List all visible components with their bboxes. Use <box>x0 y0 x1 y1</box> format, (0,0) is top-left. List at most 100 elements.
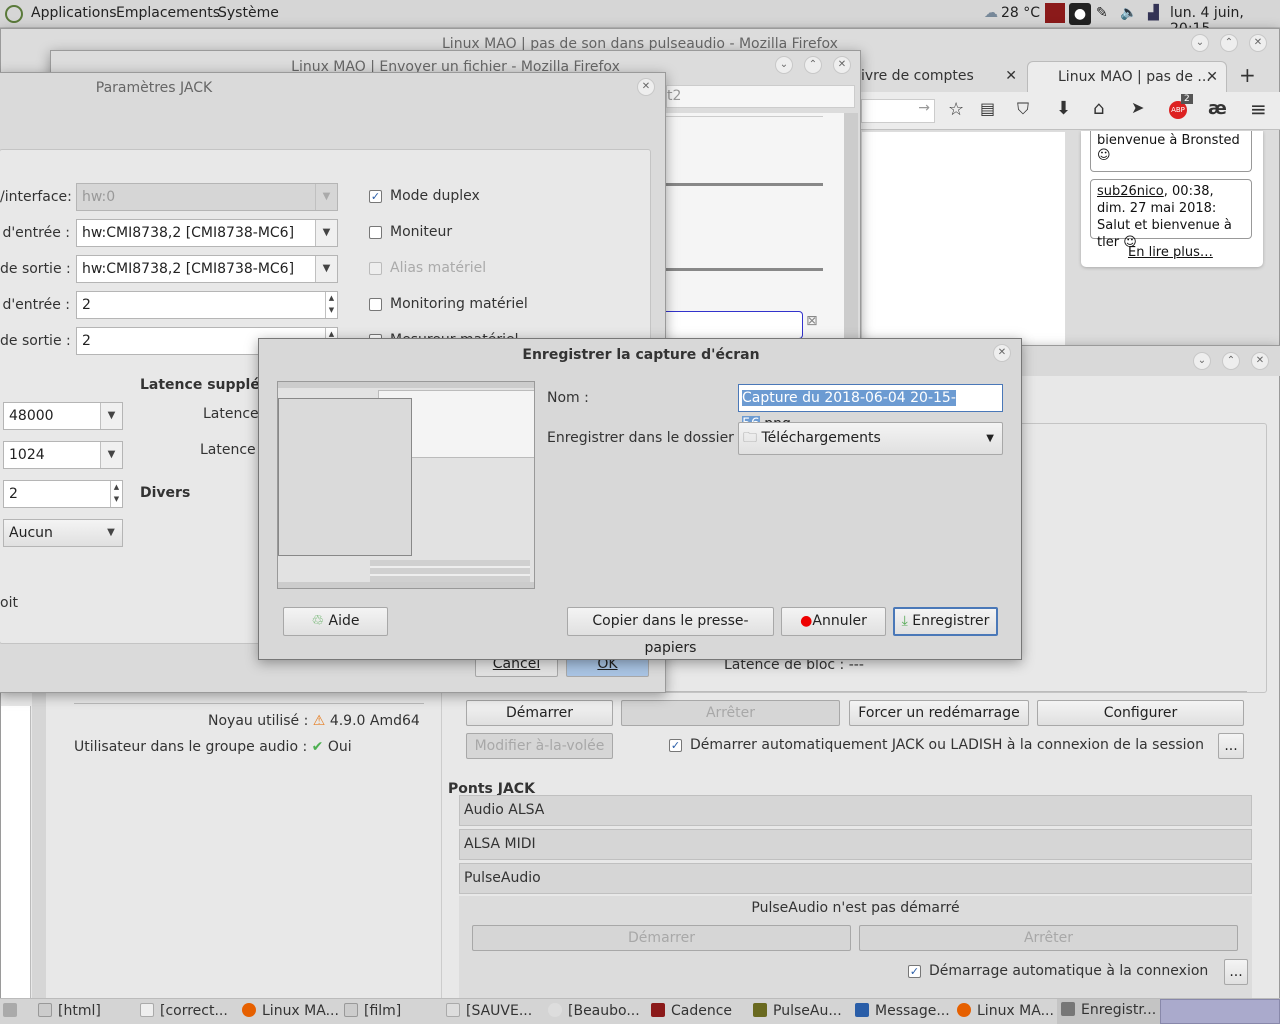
maximize-button[interactable]: ⌃ <box>1222 352 1240 370</box>
url-field[interactable]: t2 <box>666 85 855 108</box>
hw-monitoring-checkbox[interactable] <box>369 298 382 311</box>
pulse-start-button[interactable]: Démarrer <box>472 925 851 951</box>
cancel-button[interactable]: ●Annuler <box>781 607 886 636</box>
modify-live-button[interactable]: Modifier à-la-volée <box>466 733 613 759</box>
show-desktop-button[interactable] <box>3 1003 23 1019</box>
taskbar-item[interactable]: Linux MA... <box>242 1003 339 1019</box>
comment-user-link[interactable]: sub26nico <box>1097 184 1164 199</box>
weather-icon[interactable]: ☁ <box>984 5 998 21</box>
volume-icon[interactable]: 🔈 <box>1120 5 1137 21</box>
divider <box>666 183 823 186</box>
scrollbar[interactable] <box>844 113 858 347</box>
check-icon: ✔ <box>311 739 324 755</box>
chevron-down-icon: ▼ <box>100 442 122 468</box>
spin-arrows-icon[interactable]: ▲▼ <box>110 481 122 507</box>
distro-logo-icon[interactable] <box>5 5 23 23</box>
bridge-pulseaudio[interactable]: PulseAudio <box>459 863 1252 894</box>
autostart-checkbox[interactable]: ✓ <box>669 739 682 752</box>
pocket-icon[interactable]: ⛉ <box>1017 99 1029 119</box>
text-editor-icon <box>140 1003 154 1017</box>
taskbar-item[interactable]: PulseAu... <box>753 1003 842 1019</box>
close-button[interactable]: ✕ <box>833 56 851 74</box>
force-restart-button[interactable]: Forcer un redémarrage <box>849 700 1029 726</box>
ae-icon[interactable]: æ <box>1208 98 1227 119</box>
url-bar[interactable]: → <box>861 99 935 123</box>
close-button[interactable]: ✕ <box>1251 352 1269 370</box>
taskbar-item[interactable]: [Beaubo... <box>548 1003 640 1019</box>
pulse-autostart-label: Démarrage automatique à la connexion <box>929 963 1209 979</box>
configure-button[interactable]: Configurer <box>1037 700 1244 726</box>
chevron-down-icon: ▼ <box>315 184 337 210</box>
clear-icon[interactable]: ⊠ <box>806 313 818 329</box>
stop-button[interactable]: Arrêter <box>621 700 840 726</box>
pulse-stop-button[interactable]: Arrêter <box>859 925 1238 951</box>
folder-select[interactable]: 🗀 Téléchargements ▼ <box>738 422 1003 455</box>
taskbar-item[interactable]: Cadence <box>651 1003 732 1019</box>
side-divider <box>32 686 46 1001</box>
interface-select[interactable]: hw:0 ▼ <box>76 183 338 211</box>
reader-list-icon[interactable]: ▤ <box>980 99 995 118</box>
dither-select[interactable]: Aucun ▼ <box>3 519 123 547</box>
maximize-button[interactable]: ⌃ <box>1220 34 1238 52</box>
periods-spinbox[interactable]: 2 ▲ ▼ <box>3 480 123 508</box>
menu-places[interactable]: Emplacements <box>116 5 220 21</box>
copy-clipboard-button[interactable]: Copier dans le presse-papiers <box>567 607 774 656</box>
minimize-button[interactable]: ⌄ <box>775 56 793 74</box>
taskbar-item[interactable]: [film] <box>344 1003 401 1019</box>
close-button[interactable]: ✕ <box>993 344 1011 362</box>
bridge-alsa-midi[interactable]: ALSA MIDI <box>459 829 1252 860</box>
minimize-button[interactable]: ⌄ <box>1193 352 1211 370</box>
input-device-select[interactable]: hw:CMI8738,2 [CMI8738-MC6] ▼ <box>76 219 338 247</box>
new-tab-button[interactable]: + <box>1239 63 1256 87</box>
filename-input[interactable]: Capture du 2018-06-04 20-15-56.png <box>738 384 1003 432</box>
pen-tray-icon[interactable]: ✎ <box>1096 5 1108 21</box>
autostart-options-button[interactable]: ... <box>1218 733 1244 759</box>
monitor-checkbox[interactable] <box>369 226 382 239</box>
record-tray-icon[interactable]: ● <box>1069 3 1091 25</box>
tab-active[interactable]: Linux MAO | pas de ... ✕ <box>1027 61 1227 93</box>
output-device-select[interactable]: hw:CMI8738,2 [CMI8738-MC6] ▼ <box>76 255 338 283</box>
start-button[interactable]: Démarrer <box>466 700 613 726</box>
taskbar-item[interactable]: [correct... <box>140 1003 228 1019</box>
input-channels-spinbox[interactable]: 2 ▲ ▼ <box>76 291 338 319</box>
close-button[interactable]: ✕ <box>1249 34 1267 52</box>
close-button[interactable]: ✕ <box>637 78 655 96</box>
download-icon[interactable]: ⬇ <box>1056 98 1071 119</box>
menu-icon[interactable]: ≡ <box>1250 97 1267 121</box>
menu-system[interactable]: Système <box>218 5 279 21</box>
pulse-autostart-checkbox[interactable]: ✓ <box>908 965 921 978</box>
preview-cadence-rows <box>370 560 530 582</box>
taskbar-item[interactable]: Message... <box>855 1003 950 1019</box>
chevron-down-icon: ▼ <box>107 527 115 538</box>
temperature[interactable]: 28 °C <box>1001 5 1040 21</box>
read-more-link[interactable]: En lire plus… <box>1128 245 1213 260</box>
buffer-size-select[interactable]: 1024 ▼ <box>3 441 123 469</box>
chevron-down-icon: ▼ <box>986 433 994 444</box>
network-signal-icon[interactable]: ▟ <box>1148 5 1159 21</box>
help-button[interactable]: ♲ Aide <box>283 607 388 636</box>
home-icon[interactable]: ⌂ <box>1093 98 1104 119</box>
save-button[interactable]: ⤓ Enregistrer <box>893 607 998 636</box>
tab-close-icon[interactable]: ✕ <box>1206 62 1218 92</box>
taskbar-item[interactable]: Linux MA... <box>957 1003 1054 1019</box>
taskbar-item[interactable]: [html] <box>38 1003 101 1019</box>
taskbar-item[interactable]: [SAUVE... <box>446 1003 532 1019</box>
bridge-audio-alsa[interactable]: Audio ALSA <box>459 795 1252 826</box>
sample-rate-select[interactable]: 48000 ▼ <box>3 402 123 430</box>
spin-arrows-icon[interactable]: ▲▼ <box>325 292 337 318</box>
duplex-checkbox[interactable]: ✓ <box>369 190 382 203</box>
workspace-switcher[interactable] <box>1160 999 1280 1024</box>
maximize-button[interactable]: ⌃ <box>804 56 822 74</box>
bookmark-star-icon[interactable]: ☆ <box>948 99 964 120</box>
hw-alias-checkbox[interactable] <box>369 262 382 275</box>
menu-applications[interactable]: Applications <box>31 5 117 21</box>
cadence-tray-icon[interactable] <box>1045 3 1065 23</box>
side-list[interactable] <box>1 706 31 1001</box>
text-input[interactable] <box>666 311 803 339</box>
taskbar-item-active[interactable]: Enregistr... <box>1057 999 1161 1024</box>
tab-close-icon[interactable]: ✕ <box>1005 61 1017 91</box>
send-icon[interactable]: ➤ <box>1131 98 1144 117</box>
tab[interactable]: ivre de comptes ✕ <box>851 61 1021 91</box>
pulse-options-button[interactable]: ... <box>1224 959 1248 985</box>
minimize-button[interactable]: ⌄ <box>1191 34 1209 52</box>
